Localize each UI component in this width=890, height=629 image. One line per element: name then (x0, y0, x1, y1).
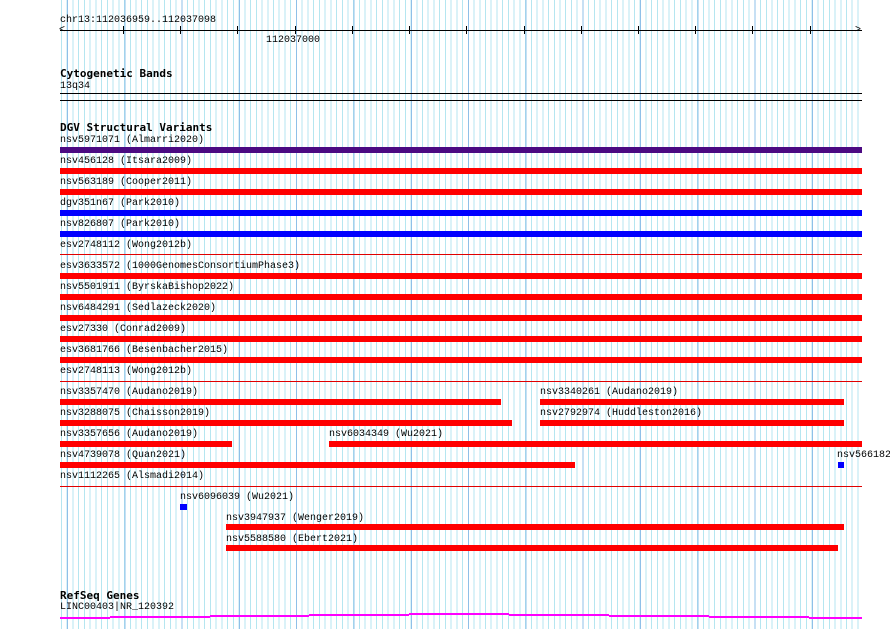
variant-label[interactable]: nsv3340261 (Audano2019) (540, 387, 678, 398)
variant-label[interactable]: nsv4739078 (Quan2021) (60, 450, 186, 461)
variant-label[interactable]: esv2748113 (Wong2012b) (60, 366, 192, 377)
gene-segment[interactable] (110, 616, 210, 618)
ruler-tick (180, 26, 181, 34)
cytoband-track-title: Cytogenetic Bands (60, 67, 173, 80)
cytoband-bar[interactable] (60, 93, 862, 94)
variant-label[interactable]: nsv6484291 (Sedlazeck2020) (60, 303, 216, 314)
variant-bar[interactable] (60, 147, 862, 153)
gene-segment[interactable] (309, 614, 409, 616)
variant-label[interactable]: nsv6034349 (Wu2021) (329, 429, 443, 440)
variant-label[interactable]: esv2748112 (Wong2012b) (60, 240, 192, 251)
ruler-tick (352, 26, 353, 34)
variant-label[interactable]: nsv456128 (Itsara2009) (60, 156, 192, 167)
ruler-tick (237, 26, 238, 34)
variant-bar[interactable] (60, 441, 232, 447)
ruler-tick (123, 26, 124, 34)
variant-bar[interactable] (226, 524, 844, 530)
variant-bar[interactable] (60, 336, 862, 342)
variant-label[interactable]: nsv5501911 (ByrskaBishop2022) (60, 282, 234, 293)
variant-bar[interactable] (60, 189, 862, 195)
ruler-tick (295, 26, 296, 34)
variant-line[interactable] (60, 381, 862, 382)
variant-bar[interactable] (838, 462, 844, 468)
variant-bar[interactable] (60, 294, 862, 300)
variant-label[interactable]: nsv3357656 (Audano2019) (60, 429, 198, 440)
variant-bar[interactable] (60, 315, 862, 321)
variant-bar[interactable] (329, 441, 862, 447)
variant-bar[interactable] (60, 273, 862, 279)
variant-bar[interactable] (180, 504, 187, 510)
variant-label[interactable]: nsv826807 (Park2010) (60, 219, 180, 230)
ruler-tick-label: 112037000 (266, 35, 321, 46)
variant-bar[interactable] (60, 462, 575, 468)
variant-label[interactable]: nsv3947937 (Wenger2019) (226, 513, 364, 524)
track-divider (60, 100, 862, 101)
ruler-right-arrow-icon[interactable]: > (855, 25, 861, 36)
variant-bar[interactable] (226, 545, 838, 551)
gene-segment[interactable] (609, 615, 709, 617)
variant-bar[interactable] (60, 357, 862, 363)
ruler-tick (466, 26, 467, 34)
ruler-tick (695, 26, 696, 34)
variant-line[interactable] (60, 254, 862, 255)
dgv-track-title: DGV Structural Variants (60, 121, 213, 134)
variant-bar[interactable] (60, 399, 501, 405)
variant-label[interactable]: nsv5971071 (Almarri2020) (60, 135, 204, 146)
variant-label[interactable]: nsv3357470 (Audano2019) (60, 387, 198, 398)
variant-label[interactable]: esv3633572 (1000GenomesConsortiumPhase3) (60, 261, 300, 272)
ruler-tick (810, 26, 811, 34)
variant-label[interactable]: nsv1112265 (Alsmadi2014) (60, 471, 204, 482)
ruler-tick (409, 26, 410, 34)
variant-bar[interactable] (60, 210, 862, 216)
variant-label[interactable]: esv3681766 (Besenbacher2015) (60, 345, 228, 356)
gene-segment[interactable] (210, 615, 309, 617)
variant-label[interactable]: nsv563189 (Cooper2011) (60, 177, 192, 188)
ruler-tick (581, 26, 582, 34)
variant-label[interactable]: esv27330 (Conrad2009) (60, 324, 186, 335)
variant-label[interactable]: nsv6096039 (Wu2021) (180, 492, 294, 503)
gene-segment[interactable] (60, 617, 110, 619)
gene-label[interactable]: LINC00403|NR_120392 (60, 602, 174, 613)
variant-label[interactable]: nsv3288075 (Chaisson2019) (60, 408, 210, 419)
ruler-left-arrow-icon[interactable]: < (59, 25, 65, 36)
gene-segment[interactable] (409, 613, 509, 615)
gene-segment[interactable] (709, 616, 809, 618)
variant-line[interactable] (60, 486, 862, 487)
ruler-tick (638, 26, 639, 34)
gene-segment[interactable] (809, 617, 862, 619)
ruler-tick (752, 26, 753, 34)
variant-bar[interactable] (60, 420, 512, 426)
variant-label[interactable]: nsv5588580 (Ebert2021) (226, 534, 358, 545)
variant-label[interactable]: nsv2792974 (Huddleston2016) (540, 408, 702, 419)
variant-bar[interactable] (540, 399, 844, 405)
ruler-tick (524, 26, 525, 34)
refseq-track-title: RefSeq Genes (60, 589, 140, 602)
gene-segment[interactable] (509, 614, 609, 616)
variant-bar[interactable] (540, 420, 844, 426)
variant-bar[interactable] (60, 168, 862, 174)
variant-bar[interactable] (60, 231, 862, 237)
variant-label[interactable]: dgv351n67 (Park2010) (60, 198, 180, 209)
variant-label[interactable]: nsv566182 (837, 450, 890, 461)
cytoband-label[interactable]: 13q34 (60, 81, 90, 92)
ruler-range: chr13:112036959..112037098 (60, 15, 217, 26)
genome-browser-view: chr13:112036959..112037098 < > 112037000… (0, 0, 890, 629)
